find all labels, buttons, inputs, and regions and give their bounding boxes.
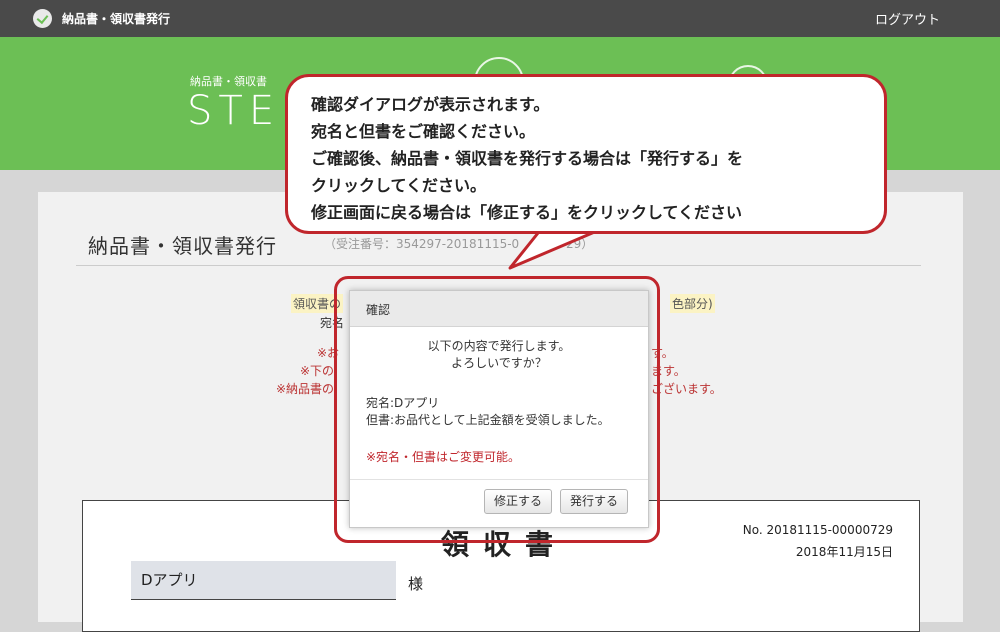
dialog-footer-divider bbox=[350, 479, 648, 480]
note-text: ※下の bbox=[300, 364, 335, 378]
edit-button[interactable]: 修正する bbox=[484, 489, 553, 514]
dialog-header: 確認 bbox=[350, 291, 648, 327]
check-logo-icon bbox=[33, 9, 52, 28]
dialog-proviso: 但書:お品代として上記金額を受領しました。 bbox=[366, 413, 610, 427]
dialog-title: 確認 bbox=[366, 303, 391, 317]
instruction-callout: 確認ダイアログが表示されます。 宛名と但書をご確認ください。 ご確認後、納品書・… bbox=[285, 74, 887, 234]
honorific: 様 bbox=[408, 575, 424, 593]
dialog-addressee: 宛名:Dアプリ bbox=[366, 396, 440, 410]
callout-line: 確認ダイアログが表示されます。 bbox=[311, 95, 550, 114]
receipt-date: 2018年11月15日 bbox=[795, 545, 893, 559]
dialog-note: ※宛名・但書はご変更可能。 bbox=[366, 450, 521, 464]
dialog-message-line: よろしいですか？ bbox=[451, 356, 547, 370]
dialog-message-line: 以下の内容で発行します。 bbox=[427, 339, 571, 353]
page-title: 納品書・領収書発行 bbox=[88, 234, 277, 258]
hero-subtitle: 納品書・領収書 bbox=[190, 75, 267, 88]
callout-line: ご確認後、納品書・領収書を発行する場合は「発行する」を bbox=[311, 149, 744, 168]
step-label: STE bbox=[187, 88, 281, 134]
receipt-number: No. 20181115-00000729 bbox=[742, 523, 893, 537]
app-title: 納品書・領収書発行 bbox=[62, 12, 171, 26]
highlight-label-tag: 色部分) bbox=[670, 294, 715, 313]
order-number-tail: 29） bbox=[566, 237, 594, 251]
callout-line: 宛名と但書をご確認ください。 bbox=[311, 122, 536, 141]
callout-line: クリックしてください。 bbox=[311, 176, 487, 195]
callout-line: 修正画面に戻る場合は「修正する」をクリックしてください bbox=[311, 203, 743, 222]
top-bar: 納品書・領収書発行 ログアウト bbox=[0, 0, 1000, 37]
note-text: ございます。 bbox=[651, 382, 722, 396]
order-number: （受注番号：354297-20181115-0 bbox=[324, 237, 520, 251]
addressee-box: Dアプリ bbox=[131, 561, 396, 600]
addressee-name: Dアプリ bbox=[141, 571, 198, 589]
title-divider bbox=[76, 265, 921, 266]
note-text: ※納品書の bbox=[276, 382, 335, 396]
issue-button[interactable]: 発行する bbox=[560, 489, 629, 514]
logout-link[interactable]: ログアウト bbox=[875, 9, 940, 28]
confirm-dialog: 確認 以下の内容で発行します。 よろしいですか？ 宛名:Dアプリ 但書:お品代と… bbox=[349, 290, 649, 528]
